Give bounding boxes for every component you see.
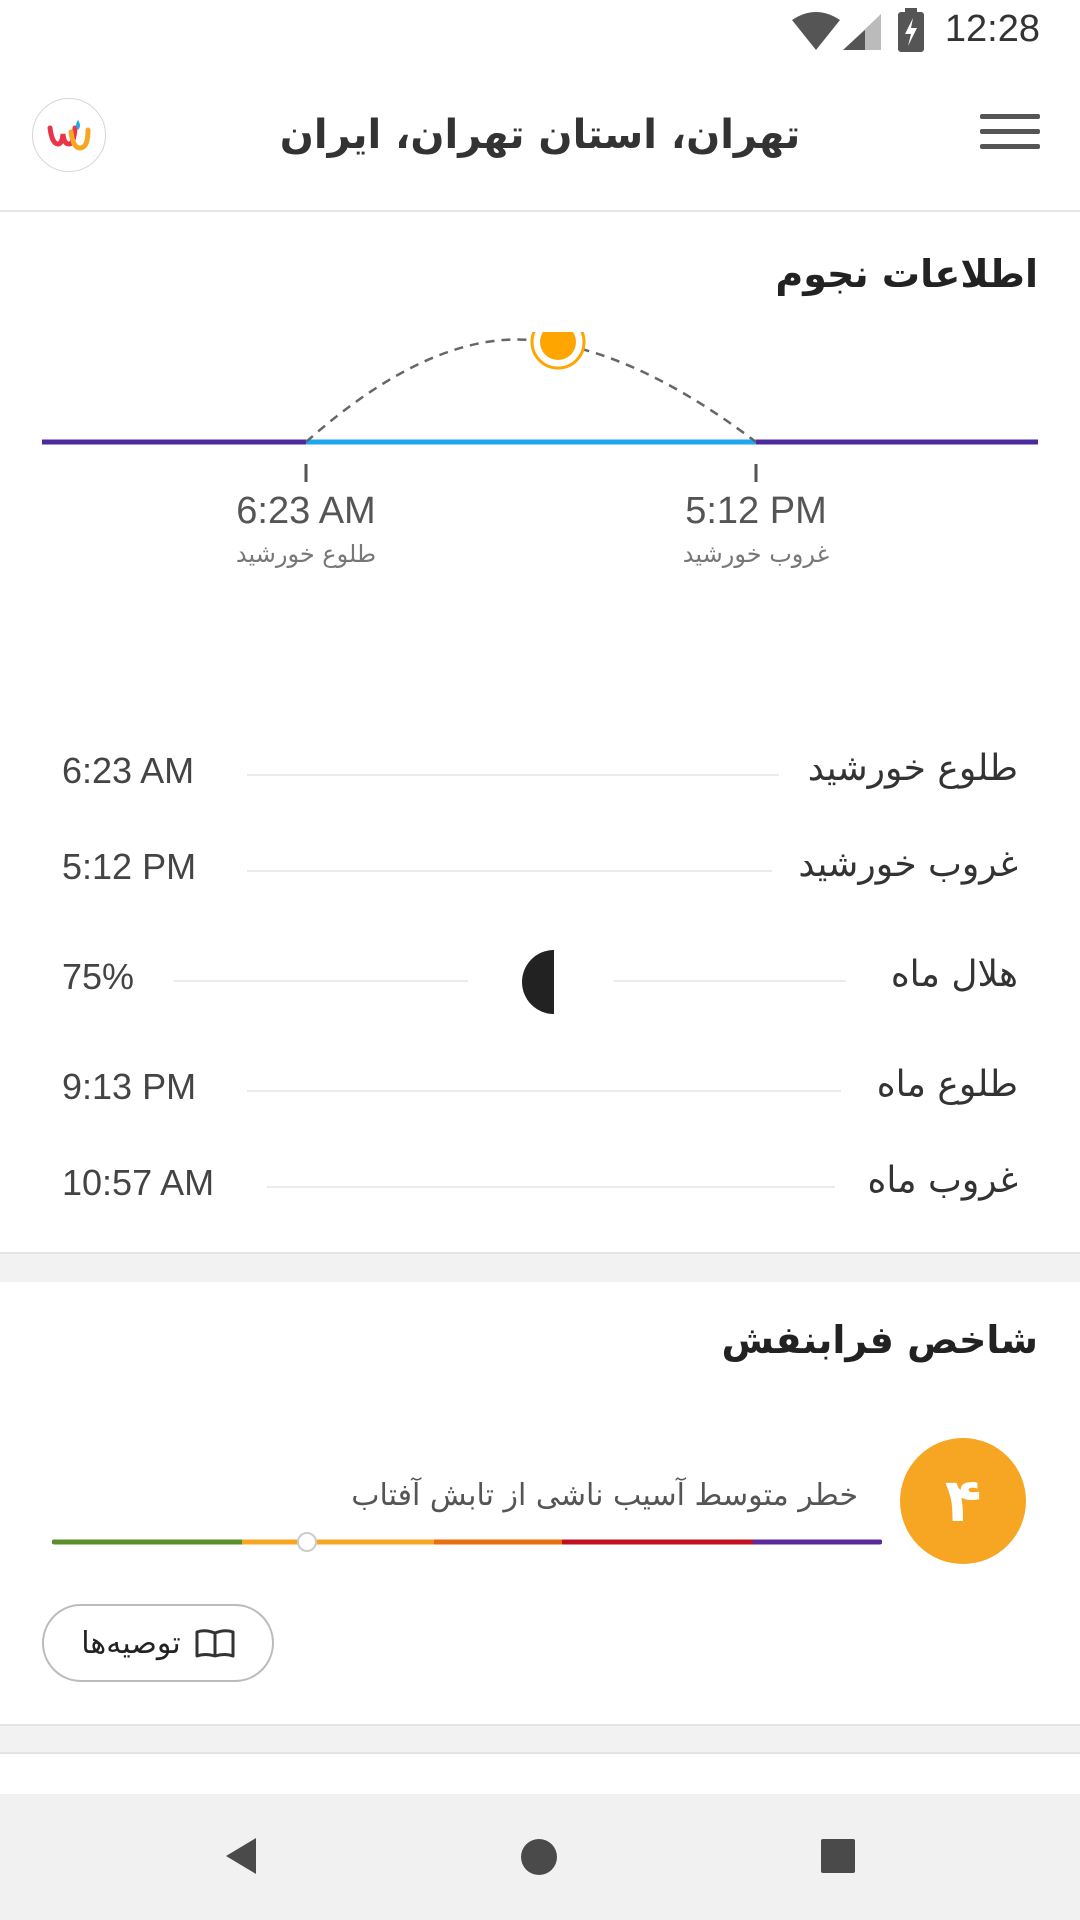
android-nav-bar: [0, 1794, 1080, 1920]
section-separator: [0, 1724, 1080, 1754]
recents-icon[interactable]: [820, 1838, 856, 1874]
astronomy-card: اطلاعات نجوم 6:23 AM طلوع خورشید 5:12 PM…: [0, 212, 1080, 1252]
row-divider: [247, 870, 772, 872]
row-divider: [174, 980, 468, 982]
diagram-sunrise-time: 6:23 AM: [236, 490, 376, 532]
status-time: 12:28: [944, 8, 1040, 50]
uv-index-card: شاخص فرابنفش ۴ خطر متوسط آسیب ناشی از تا…: [0, 1282, 1080, 1724]
battery-charging-icon: [898, 8, 924, 52]
app-header: تهران، استان تهران، ایران: [0, 66, 1080, 212]
moon-phase-value: 75%: [62, 956, 135, 997]
sunrise-row: 6:23 AM طلوع خورشید: [62, 744, 1018, 804]
recommendations-label: توصیه‌ها: [81, 1625, 181, 1661]
moon-phase-icon: [522, 950, 554, 1014]
row-divider: [247, 1090, 841, 1092]
book-icon: [195, 1629, 235, 1658]
moonrise-row: 9:13 PM طلوع ماه: [62, 1060, 1018, 1120]
moonset-row: 10:57 AM غروب ماه: [62, 1156, 1018, 1216]
logo-icon: [47, 120, 91, 151]
uv-scale-marker: [297, 1532, 317, 1552]
row-divider: [614, 980, 846, 982]
cellular-signal-icon: [843, 14, 881, 50]
astronomy-title: اطلاعات نجوم: [775, 252, 1038, 296]
row-divider: [267, 1186, 835, 1188]
moonset-label: غروب ماه: [867, 1160, 1018, 1201]
hamburger-menu-icon[interactable]: [980, 114, 1040, 160]
moon-phase-row: 75% هلال ماه: [62, 950, 1018, 1014]
uv-index-badge: ۴: [900, 1438, 1026, 1564]
weather-underground-logo[interactable]: [32, 98, 106, 172]
sun-arc-path: [305, 338, 757, 443]
diagram-sunrise-label: طلوع خورشید: [235, 540, 377, 568]
moonrise-value: 9:13 PM: [62, 1066, 197, 1107]
moonset-value: 10:57 AM: [62, 1162, 215, 1203]
row-divider: [247, 774, 779, 776]
diagram-sunset-time: 5:12 PM: [685, 490, 827, 532]
status-bar: 12:28: [0, 0, 1080, 66]
wifi-icon: [792, 12, 840, 50]
sunset-value: 5:12 PM: [62, 846, 197, 887]
recommendations-button[interactable]: توصیه‌ها: [42, 1604, 274, 1682]
back-icon[interactable]: [224, 1836, 258, 1876]
diagram-sunset-label: غروب خورشید: [682, 540, 830, 568]
section-separator: [0, 1252, 1080, 1284]
sunset-label: غروب خورشید: [798, 844, 1018, 885]
moonrise-label: طلوع ماه: [876, 1064, 1018, 1105]
uv-scale-bar: [52, 1532, 882, 1552]
location-title[interactable]: تهران، استان تهران، ایران: [150, 112, 930, 158]
sunset-row: 5:12 PM غروب خورشید: [62, 840, 1018, 900]
moon-phase-label: هلال ماه: [890, 954, 1018, 995]
sunrise-value: 6:23 AM: [62, 750, 195, 791]
sun-arc-graphic: [42, 332, 1038, 482]
uv-title: شاخص فرابنفش: [721, 1318, 1039, 1362]
uv-description: خطر متوسط آسیب ناشی از تابش آفتاب: [351, 1478, 858, 1513]
sun-path-diagram: 6:23 AM طلوع خورشید 5:12 PM غروب خورشید: [0, 332, 1080, 692]
home-icon[interactable]: [520, 1838, 558, 1876]
sunrise-label: طلوع خورشید: [807, 748, 1018, 789]
